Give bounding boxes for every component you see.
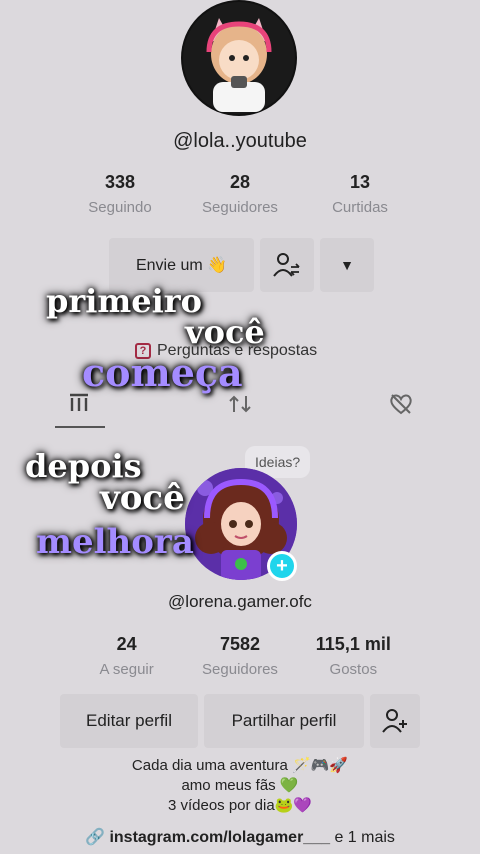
chevron-down-icon: ▼ (340, 257, 354, 273)
person-swap-icon (273, 253, 300, 277)
add-story-button[interactable]: + (267, 551, 297, 581)
grid-tab-icon[interactable] (68, 392, 90, 420)
profile-stats: 338 Seguindo 28 Seguidores 13 Curtidas (60, 172, 420, 216)
profile-handle: @lola..youtube (173, 130, 307, 152)
profile-stats: 24 A seguir 7582 Seguidores 115,1 mil Go… (70, 634, 410, 678)
bio-line: amo meus fãs 💚 (181, 777, 299, 794)
repost-tab-icon[interactable] (228, 392, 252, 422)
stat-value: 7582 (219, 634, 260, 654)
add-person-icon (382, 709, 407, 733)
profile-bio: Cada dia uma aventura 🪄🎮🚀 amo meus fãs 💚… (0, 756, 480, 816)
liked-tab-icon[interactable] (388, 392, 414, 422)
avatar[interactable] (181, 0, 297, 116)
stat-value: 115,1 mil (315, 634, 391, 654)
profile-handle: @lorena.gamer.ofc (168, 592, 312, 611)
link-text: instagram.com/lolagamer___ (109, 829, 330, 846)
edit-profile-button[interactable]: Editar perfil (60, 694, 198, 748)
bio-line: Cada dia uma aventura 🪄🎮🚀 (131, 757, 349, 774)
dropdown-button[interactable]: ▼ (320, 238, 374, 292)
link-icon: 🔗 (85, 829, 105, 846)
stat-following[interactable]: 24 A seguir (72, 634, 182, 678)
overlay-text: primeiro (46, 282, 202, 320)
tab-underline (55, 426, 105, 428)
stat-label: A seguir (99, 661, 154, 678)
stat-value: 28 (229, 172, 251, 192)
stat-label: Seguindo (88, 199, 152, 216)
stat-followers[interactable]: 7582 Seguidores (185, 634, 295, 678)
profile-link[interactable]: 🔗 instagram.com/lolagamer___ e 1 mais (0, 827, 480, 847)
stat-label: Seguidores (202, 661, 278, 678)
stat-likes[interactable]: 115,1 mil Gostos (298, 634, 408, 678)
add-friend-button[interactable] (260, 238, 314, 292)
profile-actions: Editar perfil Partilhar perfil (60, 694, 420, 748)
overlay-text: começa (82, 350, 243, 395)
stat-value: 13 (349, 172, 371, 192)
stat-label: Gostos (329, 661, 378, 678)
plus-icon: + (276, 554, 288, 577)
bio-line: 3 vídeos por dia🐸💜 (167, 797, 313, 814)
avatar-image (183, 2, 295, 114)
stat-following[interactable]: 338 Seguindo (65, 172, 175, 216)
share-profile-button[interactable]: Partilhar perfil (204, 694, 364, 748)
overlay-text: melhora (36, 522, 194, 562)
overlay-text: você (100, 478, 185, 518)
add-friend-button[interactable] (370, 694, 420, 748)
link-extra: e 1 mais (334, 829, 395, 846)
stat-value: 24 (116, 634, 137, 654)
stat-likes[interactable]: 13 Curtidas (305, 172, 415, 216)
stat-label: Seguidores (202, 199, 278, 216)
stat-label: Curtidas (332, 199, 388, 216)
overlay-text: você (185, 313, 265, 351)
stat-followers[interactable]: 28 Seguidores (185, 172, 295, 216)
stat-value: 338 (104, 172, 136, 192)
